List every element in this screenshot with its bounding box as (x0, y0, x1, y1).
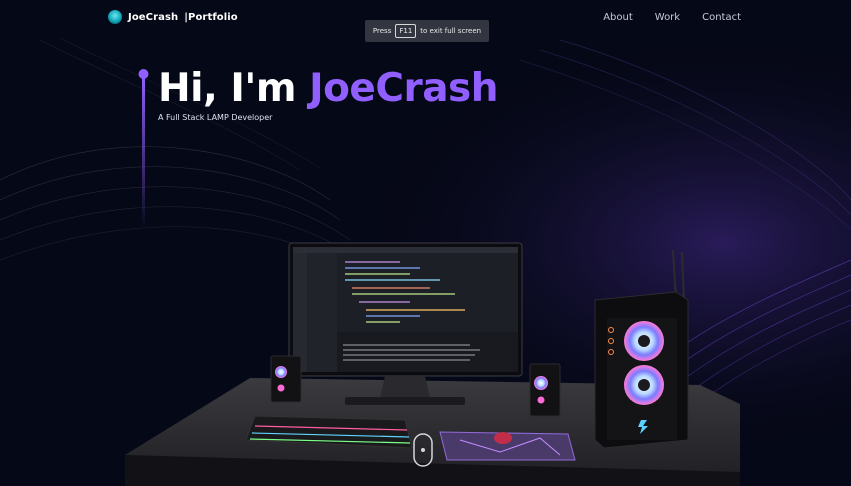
speaker-icon (270, 355, 302, 403)
desk-scene[interactable] (0, 0, 851, 486)
pc-tower-icon (594, 249, 689, 449)
speaker-icon (529, 363, 561, 417)
